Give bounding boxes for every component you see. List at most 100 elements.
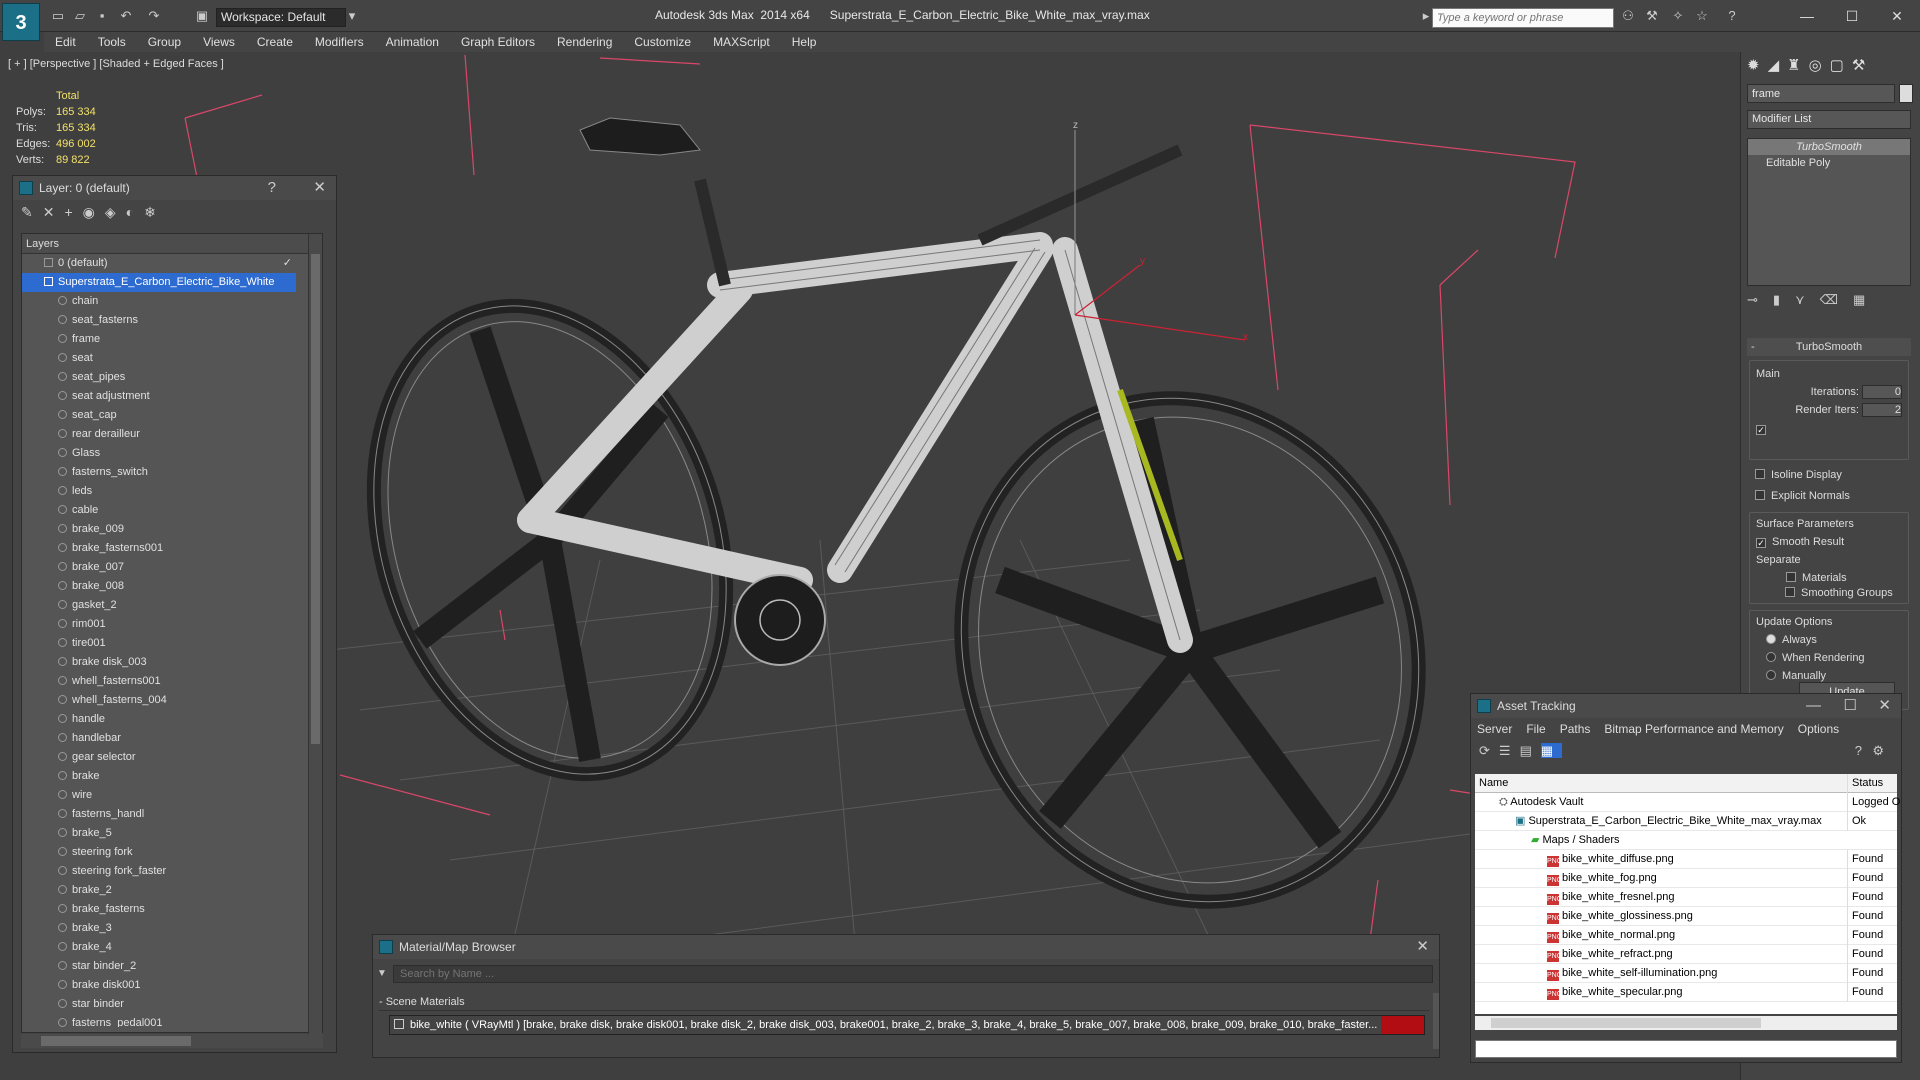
layer-object-row[interactable]: brake_5 — [22, 824, 308, 843]
menu-item-group[interactable]: Group — [137, 32, 192, 52]
layer-object-row[interactable]: brake_008 — [22, 577, 308, 596]
layer-object-row[interactable]: star binder — [22, 995, 308, 1014]
layer-object-row[interactable]: fasterns_switch — [22, 463, 308, 482]
menu-item-customize[interactable]: Customize — [623, 32, 702, 52]
vault-help-icon[interactable]: ? — [1855, 743, 1871, 758]
asset-table-hscrollbar[interactable] — [1475, 1016, 1897, 1030]
communication-icon[interactable]: ✧ — [1670, 8, 1686, 24]
layer-object-row[interactable]: gear selector — [22, 748, 308, 767]
layer-object-row[interactable]: Glass — [22, 444, 308, 463]
menu-item-graph-editors[interactable]: Graph Editors — [450, 32, 546, 52]
freeze-all-icon[interactable]: ❄ — [144, 204, 166, 220]
pin-stack-icon[interactable]: ⊸ — [1747, 292, 1773, 307]
object-name-field[interactable] — [1747, 84, 1895, 103]
hide-all-icon[interactable]: ◐ — [126, 204, 144, 220]
asset-menu-bitmap-performance-and-memory[interactable]: Bitmap Performance and Memory — [1604, 722, 1783, 736]
undo-icon[interactable]: ↶ — [118, 8, 134, 24]
asset-row-map[interactable]: PNGbike_white_fog.png Found — [1475, 869, 1897, 888]
layer-object-row[interactable]: brake — [22, 767, 308, 786]
menu-item-maxscript[interactable]: MAXScript — [702, 32, 781, 52]
when-rendering-radio[interactable]: When Rendering — [1756, 649, 1902, 667]
render-iters-checkbox[interactable]: ✓ — [1756, 425, 1766, 435]
save-icon[interactable]: ▪ — [94, 8, 110, 24]
material-row-bike-white[interactable]: bike_white ( VRayMtl ) [brake, brake dis… — [389, 1015, 1425, 1035]
layer-object-row[interactable]: chain — [22, 292, 308, 311]
layer-object-row[interactable]: gasket_2 — [22, 596, 308, 615]
menu-item-modifiers[interactable]: Modifiers — [304, 32, 375, 52]
layer-panel-title-bar[interactable]: Layer: 0 (default) ? ✕ — [13, 176, 336, 200]
layer-object-row[interactable]: whell_fasterns_004 — [22, 691, 308, 710]
layer-object-row[interactable]: brake_009 — [22, 520, 308, 539]
layers-scrollbar[interactable] — [308, 234, 322, 1034]
make-unique-icon[interactable]: ⋎ — [1795, 292, 1820, 307]
render-iters-spinner[interactable]: 2 — [1862, 403, 1902, 418]
project-folder-icon[interactable]: ▣ — [194, 8, 210, 24]
layer-object-row[interactable]: star binder_2 — [22, 957, 308, 976]
minimize-icon[interactable]: — — [1806, 694, 1821, 718]
menu-item-create[interactable]: Create — [246, 32, 304, 52]
asset-tracking-title-bar[interactable]: Asset Tracking — ☐ ✕ — [1471, 694, 1901, 718]
asset-menu-file[interactable]: File — [1526, 722, 1545, 736]
layer-row-default[interactable]: 0 (default) ✓ — [22, 254, 322, 273]
favorites-star-icon[interactable]: ☆ — [1694, 8, 1710, 24]
new-file-icon[interactable]: ▭ — [50, 8, 66, 24]
refresh-icon[interactable]: ⟳ — [1479, 743, 1499, 758]
menu-item-views[interactable]: Views — [192, 32, 246, 52]
hierarchy-tab-icon[interactable]: ♜ — [1787, 57, 1808, 74]
close-icon[interactable]: ✕ — [1878, 694, 1891, 718]
modifier-list-dropdown[interactable]: Modifier List — [1747, 110, 1911, 129]
add-to-layer-icon[interactable]: + — [64, 204, 82, 220]
layer-object-row[interactable]: seat_fasterns — [22, 311, 308, 330]
delete-layer-icon[interactable]: ✕ — [43, 204, 65, 220]
subscription-icon[interactable]: ⚒ — [1644, 8, 1660, 24]
iterations-spinner[interactable]: 0 — [1862, 385, 1902, 400]
maximize-icon[interactable]: ☐ — [1844, 694, 1857, 718]
help-icon[interactable]: ? — [1724, 8, 1740, 24]
modifier-stack-item[interactable]: TurboSmooth — [1748, 139, 1910, 155]
asset-row-vault[interactable]: ⛭ Autodesk Vault Logged O — [1475, 793, 1900, 812]
asset-row-map[interactable]: PNGbike_white_normal.png Found — [1475, 926, 1897, 945]
asset-path-field[interactable] — [1475, 1040, 1897, 1058]
binoculars-icon[interactable]: ⚇ — [1620, 8, 1636, 24]
explicit-normals-checkbox[interactable]: Explicit Normals — [1755, 487, 1850, 505]
object-color-swatch[interactable] — [1899, 84, 1913, 103]
keyword-search-input[interactable] — [1432, 8, 1614, 28]
always-radio[interactable]: Always — [1756, 631, 1902, 649]
asset-menu-server[interactable]: Server — [1477, 722, 1512, 736]
maximize-icon[interactable]: ☐ — [1842, 6, 1862, 26]
highlight-layer-icon[interactable]: ◈ — [105, 204, 126, 220]
asset-row-map[interactable]: PNGbike_white_specular.png Found — [1475, 983, 1897, 1002]
close-icon[interactable]: ✕ — [313, 176, 326, 200]
layer-object-row[interactable]: tire001 — [22, 634, 308, 653]
open-file-icon[interactable]: ▱ — [72, 8, 88, 24]
options-icon[interactable]: ⚙ — [1872, 743, 1893, 759]
layer-object-row[interactable]: seat_pipes — [22, 368, 308, 387]
layer-object-row[interactable]: seat_cap — [22, 406, 308, 425]
material-search-input[interactable] — [393, 965, 1433, 983]
scene-materials-group[interactable]: - Scene Materials — [379, 993, 1429, 1011]
material-browser-title-bar[interactable]: Material/Map Browser ✕ — [373, 935, 1439, 959]
remove-modifier-icon[interactable]: ⌫ — [1820, 292, 1853, 307]
modifier-stack-item[interactable]: Editable Poly — [1748, 155, 1910, 171]
layer-object-row[interactable]: brake_fasterns001 — [22, 539, 308, 558]
asset-menu-paths[interactable]: Paths — [1560, 722, 1591, 736]
utilities-tab-icon[interactable]: ⚒ — [1852, 57, 1873, 74]
redo-icon[interactable]: ↷ — [146, 8, 162, 24]
menu-item-tools[interactable]: Tools — [87, 32, 137, 52]
layers-hscrollbar[interactable] — [21, 1034, 323, 1048]
isoline-display-checkbox[interactable]: Isoline Display — [1755, 466, 1842, 484]
layer-object-row[interactable]: seat adjustment — [22, 387, 308, 406]
layer-object-row[interactable]: brake_3 — [22, 919, 308, 938]
layer-object-row[interactable]: brake disk001 — [22, 976, 308, 995]
layer-object-row[interactable]: rim001 — [22, 615, 308, 634]
turbosmooth-rollout-header[interactable]: - TurboSmooth — [1747, 338, 1911, 356]
layer-row-selected[interactable]: Superstrata_E_Carbon_Electric_Bike_White — [22, 273, 296, 292]
asset-row-map[interactable]: PNGbike_white_refract.png Found — [1475, 945, 1897, 964]
smooth-result-checkbox[interactable]: ✓ Smooth Result — [1756, 533, 1902, 551]
table-view-icon[interactable]: ▦ — [1540, 743, 1563, 758]
asset-menu-options[interactable]: Options — [1798, 722, 1839, 736]
layer-object-row[interactable]: seat — [22, 349, 308, 368]
layer-object-row[interactable]: steering fork — [22, 843, 308, 862]
chevron-down-icon[interactable]: ▾ — [346, 8, 358, 24]
layer-object-row[interactable]: fasterns_handl — [22, 805, 308, 824]
